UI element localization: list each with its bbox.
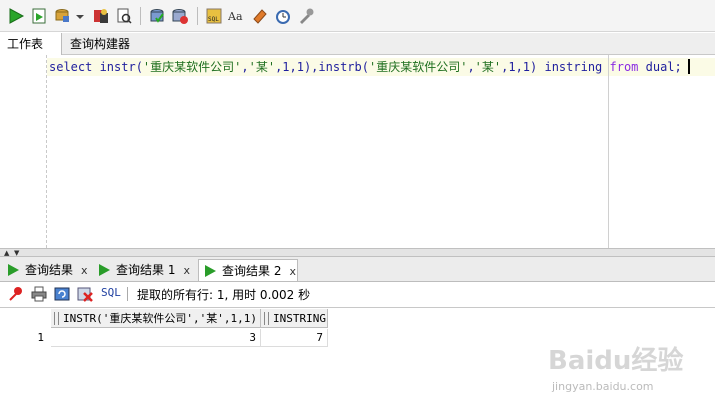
find-icon[interactable]	[274, 7, 292, 25]
play-icon	[205, 265, 216, 277]
tab-query-result[interactable]: 查询结果 x	[2, 259, 92, 281]
svg-text:Aa: Aa	[228, 10, 243, 23]
code-token: '某'	[474, 60, 502, 74]
tab-label: 查询结果	[25, 263, 74, 277]
table-cell[interactable]: 7	[261, 329, 328, 347]
toolbar-separator	[197, 7, 198, 25]
column-grip-icon	[54, 312, 59, 325]
run-statement-icon[interactable]	[7, 7, 25, 25]
tab-label: 查询结果 2	[222, 264, 282, 278]
code-token: dual;	[638, 60, 682, 74]
pin-icon[interactable]	[8, 286, 24, 302]
fetch-status: 提取的所有行: 1, 用时 0.002 秒	[137, 288, 311, 302]
eraser-icon[interactable]	[251, 7, 269, 25]
watermark: Baidu经验 jingyan.baidu.com	[548, 340, 708, 400]
tab-query-result-2[interactable]: 查询结果 2 x	[198, 259, 298, 281]
collapse-down-icon[interactable]: ▼	[14, 250, 19, 257]
close-icon[interactable]: x	[183, 264, 190, 277]
explain-plan-icon[interactable]	[92, 7, 110, 25]
code-token: from	[609, 60, 639, 74]
code-token: ,	[241, 60, 249, 74]
row-number: 1	[37, 331, 44, 344]
code-token: ,1,1),instrb(	[275, 60, 369, 74]
sql-history-icon[interactable]: SQL	[205, 7, 223, 25]
column-header-instring[interactable]: INSTRING	[261, 309, 328, 328]
watermark-logo: Baidu经验	[548, 346, 684, 376]
code-token: '重庆某软件公司'	[368, 60, 468, 74]
commit-icon[interactable]	[53, 7, 71, 25]
code-token: ,1,1) instring	[501, 60, 610, 74]
close-icon[interactable]: x	[289, 265, 296, 278]
toolbar-separator	[127, 287, 128, 301]
code-token: select instr(	[49, 60, 143, 74]
sql-code[interactable]: select instr('重庆某软件公司','某',1,1),instrb('…	[49, 59, 690, 75]
play-icon	[8, 264, 19, 276]
column-grip-icon	[264, 312, 269, 325]
watermark-url: jingyan.baidu.com	[552, 380, 654, 393]
autotrace-icon[interactable]	[115, 7, 133, 25]
tools-icon[interactable]	[297, 7, 315, 25]
run-script-icon[interactable]	[30, 7, 48, 25]
column-header-instr[interactable]: INSTR('重庆某软件公司','某',1,1)	[51, 309, 261, 328]
collapse-up-icon[interactable]: ▲	[4, 250, 9, 257]
format-icon[interactable]: Aa	[228, 7, 246, 25]
right-margin-line	[608, 55, 609, 248]
svg-text:SQL: SQL	[208, 16, 219, 23]
print-icon[interactable]	[31, 286, 47, 302]
pane-splitter[interactable]: ▲ ▼	[0, 248, 715, 257]
clear-icon[interactable]	[171, 7, 189, 25]
toolbar-separator	[140, 7, 141, 25]
tab-query-result-1[interactable]: 查询结果 1 x	[93, 259, 197, 281]
result-tabs: 查询结果 x 查询结果 1 x 查询结果 2 x	[0, 257, 715, 282]
sql-button[interactable]: SQL	[101, 286, 121, 299]
play-icon	[99, 264, 110, 276]
main-toolbar: SQL Aa	[0, 0, 715, 32]
dropdown-arrow-icon[interactable]	[75, 7, 85, 25]
code-token: '重庆某软件公司'	[142, 60, 242, 74]
code-token: ,	[467, 60, 475, 74]
close-icon[interactable]: x	[81, 264, 88, 277]
code-token: '某'	[248, 60, 276, 74]
cancel-icon[interactable]	[77, 286, 93, 302]
editor-tabs: 工作表 查询构建器	[0, 33, 715, 55]
sql-editor[interactable]: select instr('重庆某软件公司','某',1,1),instrb('…	[0, 55, 715, 248]
refresh-icon[interactable]	[54, 286, 70, 302]
sql-tuning-icon[interactable]	[148, 7, 166, 25]
results-toolbar: SQL 提取的所有行: 1, 用时 0.002 秒	[0, 282, 715, 306]
text-caret	[687, 59, 690, 74]
tab-worksheet[interactable]: 工作表	[0, 33, 62, 55]
tab-label: 查询结果 1	[116, 263, 176, 277]
tab-query-builder[interactable]: 查询构建器	[63, 33, 137, 55]
table-cell[interactable]: 3	[51, 329, 261, 347]
editor-gutter	[46, 55, 47, 248]
